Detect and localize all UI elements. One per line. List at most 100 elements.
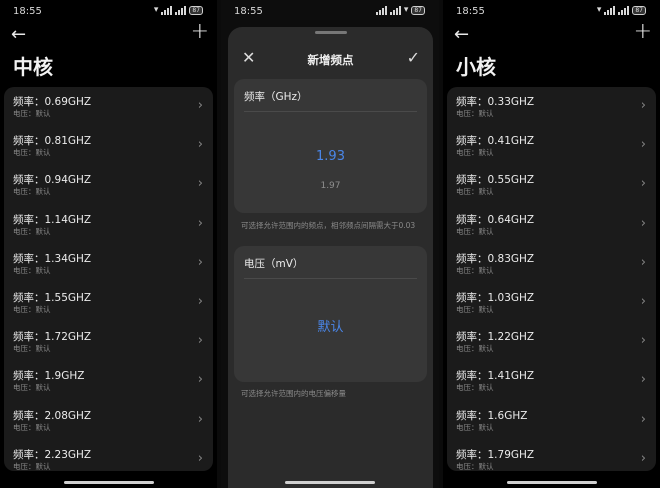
- back-arrow-icon[interactable]: ←: [11, 24, 26, 46]
- list-item[interactable]: 频率：0.69GHZ 电压：默认 ›: [4, 87, 213, 126]
- page-title: 中核: [13, 55, 53, 79]
- back-arrow-icon[interactable]: ←: [454, 24, 469, 46]
- home-indicator[interactable]: [285, 481, 375, 484]
- voltage-picker-card: 电压（mV） 默认: [234, 246, 427, 382]
- list-item[interactable]: 频率：1.55GHZ 电压：默认 ›: [4, 283, 213, 322]
- check-icon[interactable]: ✓: [407, 48, 420, 67]
- frequency-label: 频率：1.72GHZ: [13, 331, 92, 344]
- frequency-label: 频率：2.08GHZ: [13, 409, 92, 422]
- frequency-list: 频率：0.33GHZ 电压：默认 › 频率：0.41GHZ 电压：默认 › 频率：0.5…: [447, 87, 656, 471]
- chevron-right-icon: ›: [197, 372, 203, 388]
- frequency-label: 频率：0.41GHZ: [456, 135, 535, 148]
- frequency-label: 频率：1.9GHZ: [13, 370, 85, 383]
- list-item[interactable]: 频率：1.14GHZ 电压：默认 ›: [4, 205, 213, 244]
- voltage-label: 电压：默认: [13, 461, 51, 471]
- frequency-label: 频率：1.22GHZ: [456, 331, 535, 344]
- signal-icon: [389, 5, 401, 15]
- chevron-right-icon: ›: [197, 411, 203, 427]
- status-icons: ▾ 87: [154, 5, 203, 15]
- chevron-right-icon: ›: [197, 176, 203, 192]
- frequency-picker-label: 频率（GHz）: [244, 91, 308, 103]
- frequency-label: 频率：0.55GHZ: [456, 174, 535, 187]
- add-button[interactable]: +: [634, 21, 652, 43]
- list-item[interactable]: 频率：1.22GHZ 电压：默认 ›: [447, 322, 656, 361]
- wifi-icon: ▾: [596, 5, 602, 15]
- middle-screen: 18:55 ▾ 87 ✕ 新增频点 ✓ 频率（GHz） 1.93 1.97 可选…: [221, 0, 439, 488]
- list-item[interactable]: 频率：1.79GHZ 电压：默认 ›: [447, 440, 656, 471]
- home-indicator[interactable]: [506, 481, 597, 484]
- voltage-label: 电压：默认: [13, 265, 51, 275]
- signal-icon: [604, 5, 616, 15]
- wifi-icon: ▾: [153, 5, 159, 15]
- frequency-label: 频率：1.03GHZ: [456, 291, 535, 304]
- list-item[interactable]: 频率：0.33GHZ 电压：默认 ›: [447, 87, 656, 126]
- card-divider: [244, 111, 417, 112]
- chevron-right-icon: ›: [640, 137, 646, 153]
- chevron-right-icon: ›: [640, 411, 646, 427]
- chevron-right-icon: ›: [640, 372, 646, 388]
- frequency-label: 频率：0.64GHZ: [456, 213, 535, 226]
- battery-icon: 87: [411, 5, 425, 15]
- list-item[interactable]: 频率：0.94GHZ 电压：默认 ›: [4, 165, 213, 204]
- frequency-hint: 可选择允许范围内的频点，相邻频点间隔需大于0.03: [241, 221, 416, 230]
- voltage-label: 电压：默认: [13, 304, 51, 314]
- home-indicator[interactable]: [63, 481, 154, 484]
- chevron-right-icon: ›: [640, 215, 646, 231]
- list-item[interactable]: 频率：0.41GHZ 电压：默认 ›: [447, 126, 656, 165]
- chevron-right-icon: ›: [197, 450, 203, 466]
- battery-icon: 87: [632, 5, 646, 15]
- list-item[interactable]: 频率：0.55GHZ 电压：默认 ›: [447, 165, 656, 204]
- list-item[interactable]: 频率：1.41GHZ 电压：默认 ›: [447, 361, 656, 400]
- chevron-right-icon: ›: [197, 98, 203, 113]
- chevron-right-icon: ›: [640, 333, 646, 349]
- status-icons: ▾ 87: [597, 5, 646, 15]
- voltage-picker-selected[interactable]: 默认: [234, 316, 427, 335]
- sheet-title: 新增频点: [307, 53, 354, 67]
- list-item[interactable]: 频率：2.23GHZ 电压：默认 ›: [4, 440, 213, 471]
- signal-icon: [375, 5, 387, 15]
- list-item[interactable]: 频率：2.08GHZ 电压：默认 ›: [4, 401, 213, 440]
- status-time: 18:55: [234, 6, 263, 17]
- status-bar: 18:55 ▾ 87: [0, 0, 217, 22]
- frequency-label: 频率：0.69GHZ: [13, 96, 92, 108]
- voltage-picker-label: 电压（mV）: [244, 258, 304, 270]
- voltage-label: 电压：默认: [13, 344, 51, 354]
- left-screen: 18:55 ▾ 87 ← + 中核 频率：0.69GHZ 电压：默认 › 频率：0.…: [0, 0, 217, 488]
- frequency-label: 频率：1.6GHZ: [456, 409, 528, 422]
- add-frequency-sheet: ✕ 新增频点 ✓ 频率（GHz） 1.93 1.97 可选择允许范围内的频点，相…: [228, 27, 433, 488]
- list-item[interactable]: 频率：1.03GHZ 电压：默认 ›: [447, 283, 656, 322]
- voltage-label: 电压：默认: [456, 265, 494, 275]
- list-item[interactable]: 频率：0.83GHZ 电压：默认 ›: [447, 244, 656, 283]
- wifi-icon: ▾: [403, 5, 409, 15]
- list-item[interactable]: 频率：1.9GHZ 电压：默认 ›: [4, 361, 213, 400]
- status-icons: ▾ 87: [375, 5, 425, 15]
- battery-icon: 87: [189, 5, 203, 15]
- frequency-label: 频率：2.23GHZ: [13, 448, 92, 461]
- chevron-right-icon: ›: [640, 450, 646, 466]
- chevron-right-icon: ›: [197, 215, 203, 231]
- signal-icon: [618, 5, 630, 15]
- list-item[interactable]: 频率：1.6GHZ 电压：默认 ›: [447, 401, 656, 440]
- frequency-label: 频率：0.83GHZ: [456, 252, 535, 265]
- right-screen: 18:55 ▾ 87 ← + 小核 频率：0.33GHZ 电压：默认 › 频率：0.…: [443, 0, 660, 488]
- frequency-label: 频率：1.14GHZ: [13, 213, 92, 226]
- frequency-picker-next[interactable]: 1.97: [234, 181, 427, 191]
- voltage-label: 电压：默认: [456, 422, 494, 432]
- sheet-handle[interactable]: [314, 31, 347, 34]
- chevron-right-icon: ›: [640, 98, 646, 113]
- voltage-label: 电压：默认: [456, 344, 494, 354]
- list-item[interactable]: 频率：1.34GHZ 电压：默认 ›: [4, 244, 213, 283]
- voltage-label: 电压：默认: [456, 187, 494, 197]
- list-item[interactable]: 频率：0.81GHZ 电压：默认 ›: [4, 126, 213, 165]
- list-item[interactable]: 频率：0.64GHZ 电压：默认 ›: [447, 205, 656, 244]
- status-bar: 18:55 ▾ 87: [443, 0, 660, 22]
- page-title: 小核: [456, 55, 496, 79]
- chevron-right-icon: ›: [640, 293, 646, 309]
- signal-icon: [175, 5, 187, 15]
- frequency-label: 频率：0.81GHZ: [13, 135, 92, 148]
- frequency-picker-selected[interactable]: 1.93: [234, 149, 427, 164]
- voltage-label: 电压：默认: [456, 148, 494, 158]
- status-time: 18:55: [13, 6, 42, 17]
- list-item[interactable]: 频率：1.72GHZ 电压：默认 ›: [4, 322, 213, 361]
- add-button[interactable]: +: [191, 21, 209, 43]
